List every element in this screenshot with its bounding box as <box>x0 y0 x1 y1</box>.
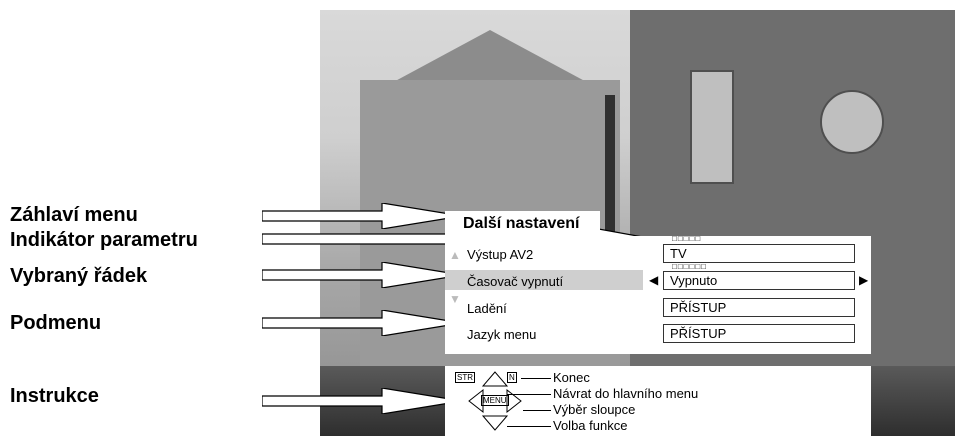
instruction-select-column: Výběr sloupce <box>553 402 636 417</box>
param-indicator-row2: □□□□□□ <box>672 262 707 271</box>
key-right-icon: N <box>507 372 517 383</box>
menu-row-av2-output[interactable]: ▲ Výstup AV2 TV <box>445 244 871 266</box>
row-value-box[interactable]: Vypnuto <box>663 271 855 290</box>
round-window <box>820 90 884 154</box>
instruction-exit: Konec <box>553 370 590 385</box>
label-instructions: Instrukce <box>10 385 99 407</box>
menu-title: Další nastavení <box>463 215 580 232</box>
leader-line <box>507 426 551 427</box>
menu-header: Další nastavení <box>445 211 600 237</box>
row-value: TV <box>670 246 687 261</box>
right-arrow-icon[interactable]: ▶ <box>859 273 868 287</box>
row-name: Výstup AV2 <box>467 247 534 262</box>
row-value: Vypnuto <box>670 273 718 288</box>
scroll-up-icon: ▲ <box>449 248 461 262</box>
menu-row-tuning[interactable]: ▼ Ladění PŘÍSTUP <box>445 292 871 320</box>
window <box>690 70 734 184</box>
row-value: PŘÍSTUP <box>670 300 727 315</box>
arrow-instructions <box>262 388 462 414</box>
row-value-box[interactable]: PŘÍSTUP <box>663 324 855 343</box>
settings-menu: □□□□□ ▲ Výstup AV2 TV □□□□□□ Časovač vyp… <box>445 234 871 354</box>
row-value: PŘÍSTUP <box>670 326 727 341</box>
row-name: Ladění <box>467 301 507 316</box>
leader-line <box>523 410 551 411</box>
instructions-panel: STR N MENU Konec Návrat do hlavního menu… <box>445 366 871 436</box>
arrow-selected-row <box>262 262 462 288</box>
label-menu-header: Záhlaví menu <box>10 204 138 226</box>
label-selected-row: Vybraný řádek <box>10 265 148 287</box>
param-indicator-row1: □□□□□ <box>672 234 702 243</box>
instruction-select-function: Volba funkce <box>553 418 628 433</box>
leader-line <box>521 378 551 379</box>
key-left-icon: STR <box>455 372 475 383</box>
scroll-down-icon: ▼ <box>449 292 461 306</box>
menu-row-sleep-timer[interactable]: Časovač vypnutí ◀ Vypnuto ▶ <box>445 270 871 293</box>
row-value-box[interactable]: TV <box>663 244 855 263</box>
leader-line <box>507 394 551 395</box>
arrow-submenu <box>262 310 462 336</box>
menu-row-menu-language[interactable]: Jazyk menu PŘÍSTUP <box>445 324 871 346</box>
menu-key-icon: MENU <box>481 395 509 406</box>
label-param-indicator: Indikátor parametru <box>10 229 198 251</box>
row-name: Časovač vypnutí <box>467 274 564 289</box>
row-value-box[interactable]: PŘÍSTUP <box>663 298 855 317</box>
instruction-return: Návrat do hlavního menu <box>553 386 699 401</box>
row-name: Jazyk menu <box>467 327 537 342</box>
label-submenu: Podmenu <box>10 312 102 334</box>
left-arrow-icon[interactable]: ◀ <box>649 273 658 287</box>
